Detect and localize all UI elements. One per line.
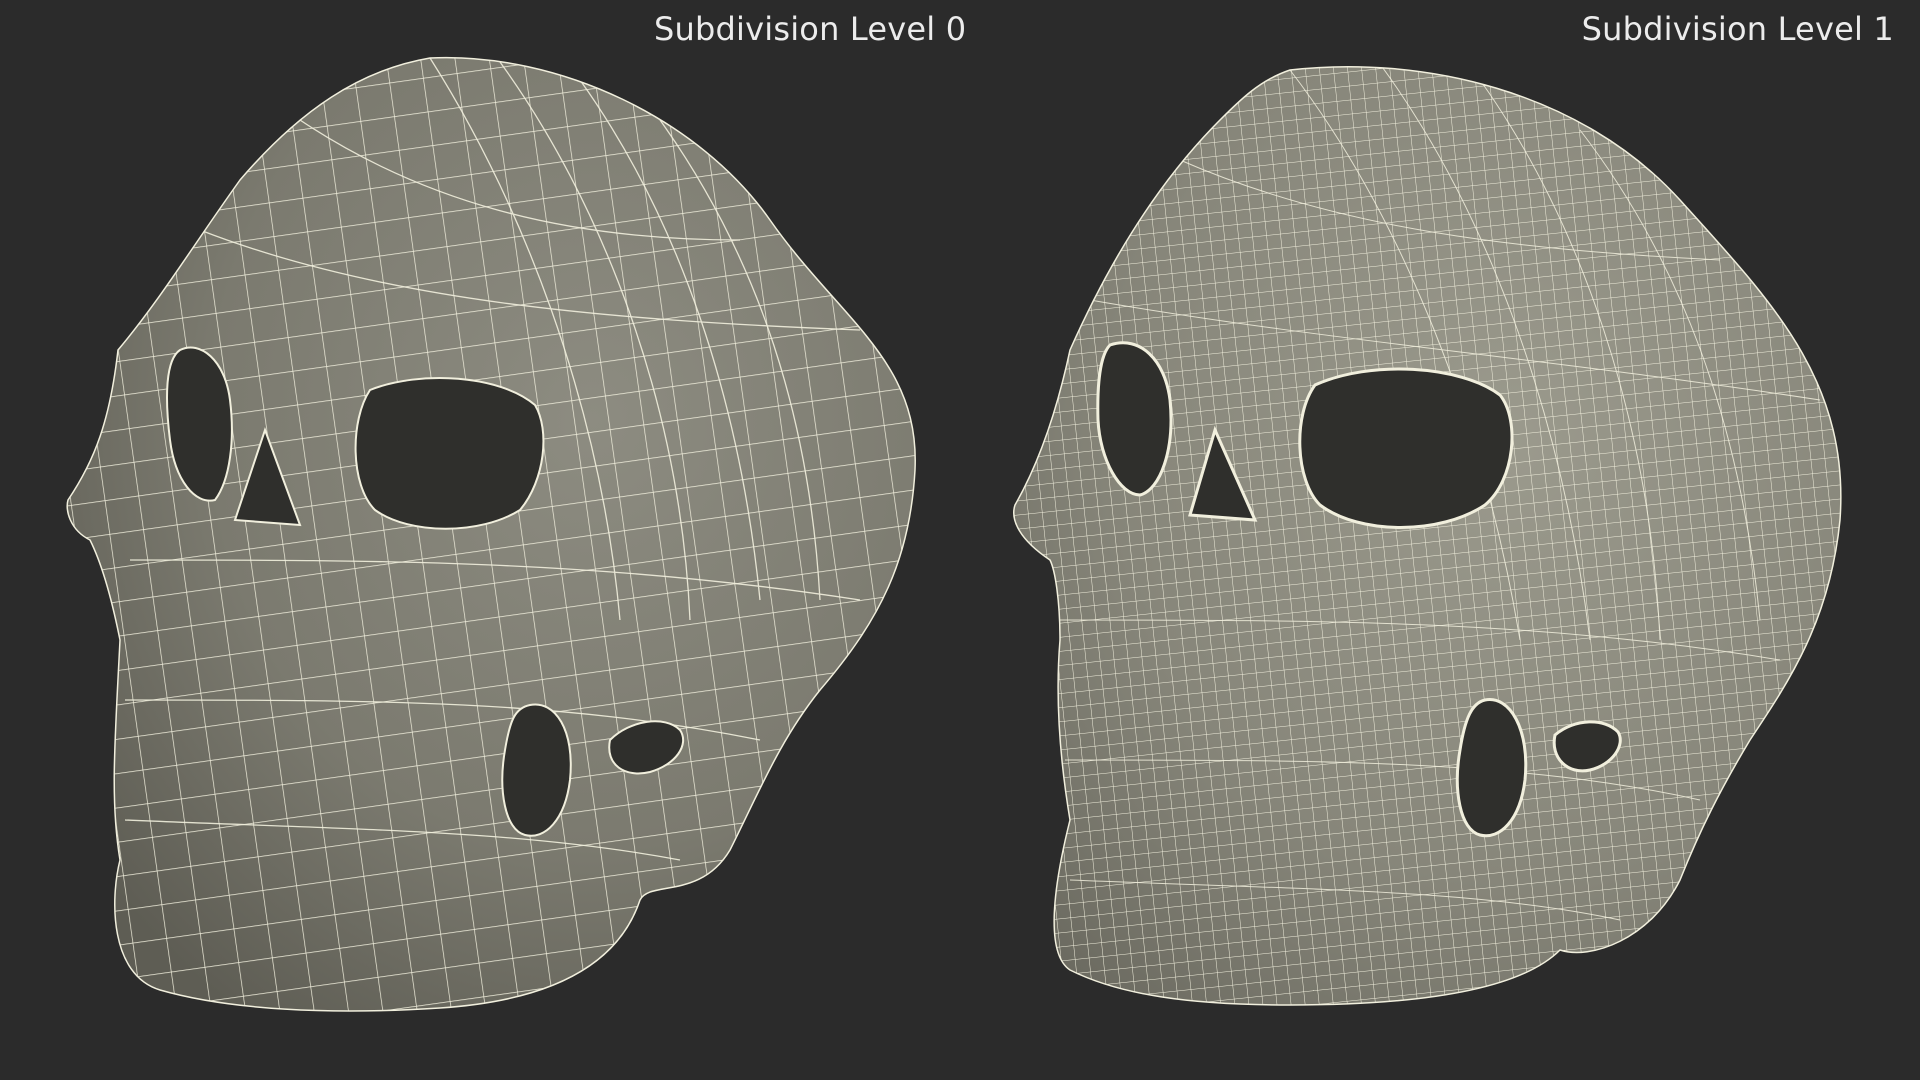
skull-mesh-level-0 — [66, 56, 916, 1012]
right-eye-socket — [1298, 367, 1514, 529]
jaw-hole-large — [1455, 698, 1528, 838]
right-eye-socket — [354, 377, 545, 530]
skull-body-level-0 — [66, 56, 916, 1012]
render-viewport: Subdivision Level 0 Subdivision Level 1 — [0, 0, 1920, 1080]
skull-body-level-1 — [1013, 65, 1842, 1006]
skull-mesh-level-1 — [1013, 65, 1842, 1006]
